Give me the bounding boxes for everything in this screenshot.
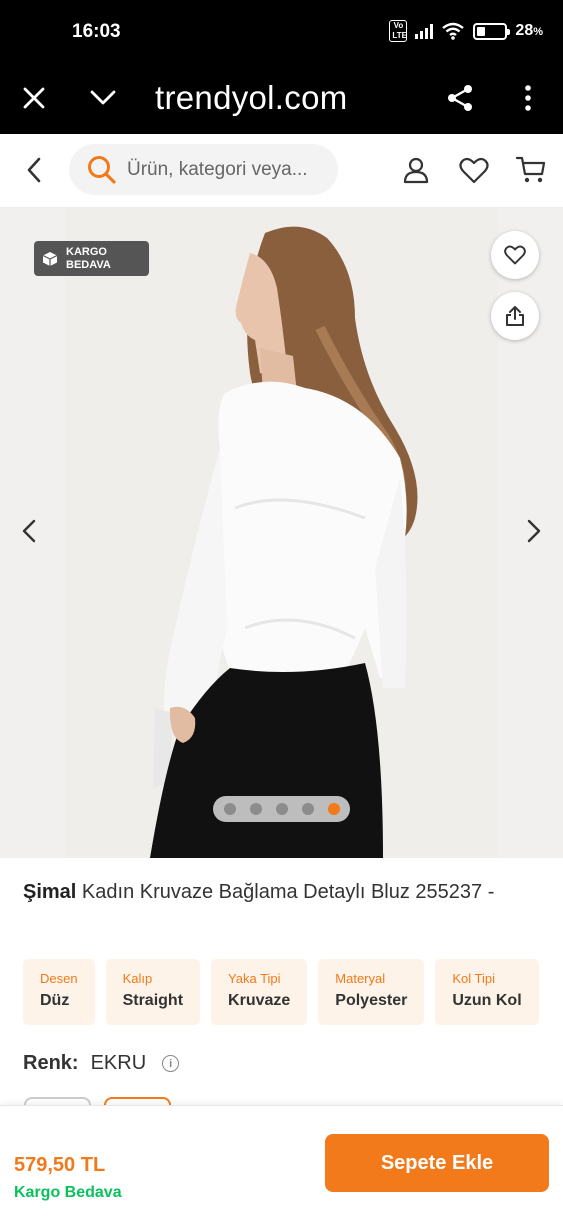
- pagination-dot[interactable]: [301, 803, 314, 815]
- user-icon[interactable]: [396, 150, 436, 190]
- attribute-chip: Materyal Polyester: [318, 959, 425, 1025]
- free-shipping-label: Kargo Bedava: [14, 1184, 122, 1201]
- status-icons: Vo LTE 28%: [389, 20, 543, 42]
- image-pagination-dots[interactable]: [213, 796, 350, 822]
- attribute-value: Polyester: [335, 992, 408, 1009]
- previous-image-button[interactable]: [12, 514, 46, 548]
- package-icon: [42, 251, 58, 266]
- attribute-chip: Kol Tipi Uzun Kol: [435, 959, 539, 1025]
- attribute-label: Yaka Tipi: [228, 971, 281, 986]
- attribute-value: Straight: [122, 992, 184, 1009]
- browser-bar: trendyol.com: [0, 62, 563, 134]
- favorite-button[interactable]: [491, 231, 539, 279]
- color-label: Renk:: [23, 1052, 79, 1074]
- share-icon[interactable]: [438, 76, 482, 120]
- price: 579,50 TL: [14, 1154, 106, 1176]
- share-button[interactable]: [491, 292, 539, 340]
- product-brand[interactable]: Şimal: [23, 881, 76, 903]
- search-icon: [88, 155, 116, 184]
- heart-icon[interactable]: [454, 150, 494, 190]
- pagination-dot[interactable]: [249, 803, 262, 815]
- upload-share-icon: [506, 306, 524, 326]
- color-value: EKRU: [90, 1052, 147, 1074]
- browser-url[interactable]: trendyol.com: [155, 76, 348, 120]
- attribute-value: Uzun Kol: [452, 992, 522, 1009]
- product-attributes: Desen Düz Kalıp Straight Yaka Tipi Kruvaze Mat…: [23, 959, 539, 1025]
- add-to-cart-button[interactable]: Sepete Ekle: [325, 1134, 549, 1192]
- chevron-right-icon: [527, 519, 541, 543]
- back-arrow-icon[interactable]: [14, 150, 54, 190]
- search-placeholder: Ürün, kategori veya...: [127, 158, 308, 180]
- attribute-label: Desen: [40, 971, 78, 986]
- more-vert-icon[interactable]: [506, 76, 550, 120]
- wifi-icon: [442, 22, 465, 40]
- bottom-bar: 579,50 TL Kargo Bedava Sepete Ekle: [0, 1105, 563, 1219]
- product-photo: [65, 208, 498, 858]
- pagination-dot[interactable]: [275, 803, 288, 815]
- signal-icon: [415, 23, 434, 39]
- close-icon[interactable]: [12, 76, 56, 120]
- heart-icon: [504, 245, 526, 265]
- product-title: Şimal Kadın Kruvaze Bağlama Detaylı Bluz…: [23, 881, 494, 904]
- product-image-gallery[interactable]: KARGO BEDAVA: [0, 208, 563, 858]
- attribute-label: Materyal: [335, 971, 386, 986]
- battery-icon: [473, 22, 511, 40]
- chevron-down-icon[interactable]: [81, 76, 125, 120]
- volte-icon: Vo LTE: [389, 20, 408, 42]
- attribute-chip: Yaka Tipi Kruvaze: [211, 959, 308, 1025]
- status-bar: 16:03 Vo LTE 28%: [0, 0, 563, 62]
- cart-icon[interactable]: [511, 150, 551, 190]
- next-image-button[interactable]: [517, 514, 551, 548]
- info-icon[interactable]: i: [162, 1055, 180, 1072]
- attribute-value: Düz: [40, 992, 70, 1009]
- pagination-dot[interactable]: [223, 803, 236, 815]
- chevron-left-icon: [22, 519, 36, 543]
- free-shipping-badge: KARGO BEDAVA: [34, 241, 149, 276]
- status-time: 16:03: [72, 21, 121, 42]
- attribute-chip: Desen Düz: [23, 959, 95, 1025]
- attribute-chip: Kalıp Straight: [105, 959, 201, 1025]
- pagination-dot-active[interactable]: [327, 803, 340, 815]
- attribute-value: Kruvaze: [228, 992, 291, 1009]
- site-header: Ürün, kategori veya...: [0, 134, 563, 208]
- battery-percent: 28%: [515, 22, 543, 39]
- product-name: Kadın Kruvaze Bağlama Detaylı Bluz 25523…: [81, 881, 495, 903]
- attribute-label: Kol Tipi: [452, 971, 495, 986]
- attribute-label: Kalıp: [122, 971, 153, 986]
- search-input[interactable]: Ürün, kategori veya...: [69, 144, 338, 195]
- color-row: Renk: EKRU i: [23, 1052, 180, 1075]
